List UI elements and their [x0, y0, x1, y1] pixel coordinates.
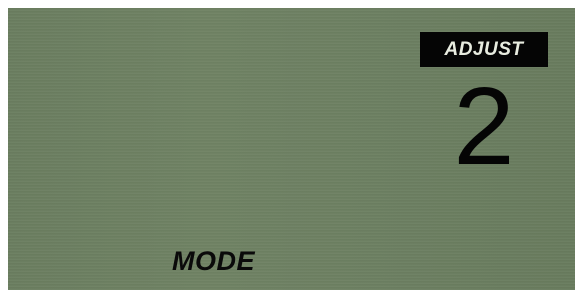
adjust-value-readout: 2: [453, 65, 515, 188]
lcd-display-screen: ADJUST 2 MODE: [8, 8, 575, 290]
mode-label: MODE: [172, 246, 255, 276]
adjust-badge: ADJUST: [420, 32, 548, 67]
adjust-label: ADJUST: [444, 38, 524, 60]
